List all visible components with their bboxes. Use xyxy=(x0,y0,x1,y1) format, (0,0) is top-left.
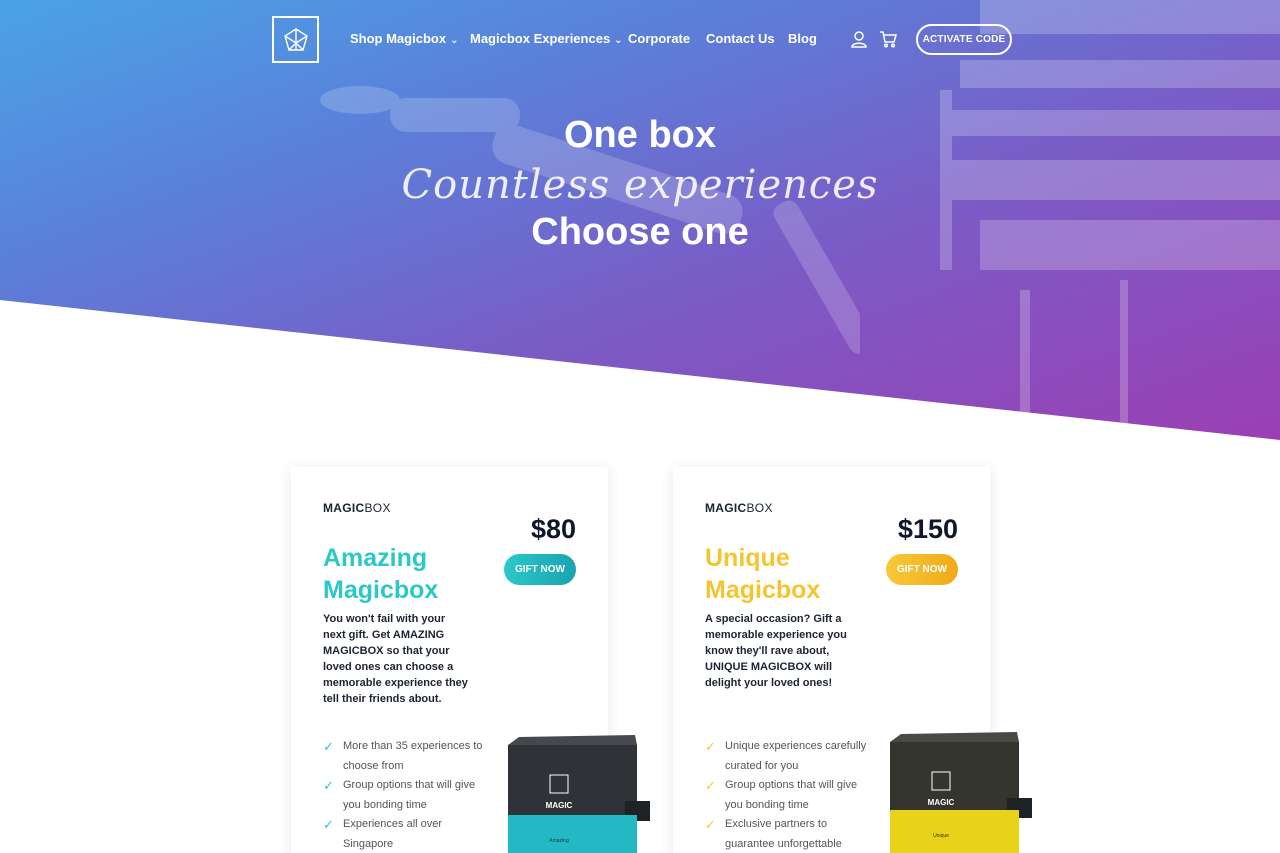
product-price: $150 xyxy=(897,514,958,544)
list-item: ✓ Experiences all over Singapore xyxy=(323,815,493,853)
brand-bold: MAGIC xyxy=(705,501,747,515)
check-icon: ✓ xyxy=(323,778,334,793)
check-icon: ✓ xyxy=(705,778,716,793)
hero-heading-one-box: One box xyxy=(563,114,717,156)
product-title: Unique Magicbox xyxy=(705,544,821,604)
check-icon: ✓ xyxy=(705,817,716,832)
product-title: Amazing Magicbox xyxy=(323,544,439,604)
check-icon: ✓ xyxy=(705,739,716,754)
hero-heading-choose-one: Choose one xyxy=(531,211,749,253)
nav-magicbox-experiences-label: Magicbox Experiences xyxy=(470,31,611,46)
user-icon[interactable] xyxy=(850,30,868,48)
hero-heading-countless-experiences: Countless experiences xyxy=(401,162,879,208)
box-label: Unique xyxy=(933,833,949,839)
feature-text: Experiences all over Singapore xyxy=(343,818,443,850)
chevron-down-icon: ⌄ xyxy=(614,35,623,46)
chevron-down-icon: ⌄ xyxy=(450,35,459,46)
feature-text: More than 35 experiences to choose from xyxy=(343,740,483,772)
gift-now-button[interactable]: GIFT NOW xyxy=(504,554,576,585)
box-label: Amazing xyxy=(549,838,569,844)
nav-magicbox-experiences[interactable]: Magicbox Experiences ⌄ xyxy=(470,31,623,46)
list-item: ✓ Group options that will give you bondin… xyxy=(705,776,875,815)
top-navigation: Shop Magicbox ⌄ Magicbox Experiences ⌄ Cor… xyxy=(0,0,1280,80)
magicbox-logo-icon[interactable] xyxy=(272,16,319,63)
list-item: ✓ Exclusive partners to guarantee unforge… xyxy=(705,815,875,853)
nav-corporate[interactable]: Corporate xyxy=(628,31,690,46)
product-description: A special occasion? Gift a memorable exp… xyxy=(705,613,847,689)
card-brand-logo: MAGICBOX xyxy=(705,501,773,515)
brand-light: BOX xyxy=(364,501,391,515)
box-brand: MAGIC xyxy=(546,801,573,810)
nav-shop-magicbox-label: Shop Magicbox xyxy=(350,31,447,46)
brand-light: BOX xyxy=(746,501,773,515)
cart-icon[interactable] xyxy=(879,30,897,48)
box-brand: MAGIC xyxy=(928,798,955,807)
card-brand-logo: MAGICBOX xyxy=(323,501,391,515)
check-icon: ✓ xyxy=(323,739,334,754)
feature-list: ✓ More than 35 experiences to choose from… xyxy=(323,737,493,853)
activate-code-button[interactable]: ACTIVATE CODE xyxy=(916,24,1012,55)
feature-text: Unique experiences carefully curated for… xyxy=(725,740,867,772)
list-item: ✓ More than 35 experiences to choose from xyxy=(323,737,493,776)
feature-text: Group options that will give you bonding… xyxy=(725,779,858,811)
product-description: You won't fail with your next gift. Get … xyxy=(323,613,468,705)
gift-now-button[interactable]: GIFT NOW xyxy=(886,554,958,585)
feature-text: Group options that will give you bonding… xyxy=(343,779,476,811)
unique-box-image: Unique MAGIC xyxy=(887,728,1033,853)
brand-bold: MAGIC xyxy=(323,501,365,515)
amazing-box-image: Amazing MAGIC xyxy=(505,733,651,853)
list-item: ✓ Unique experiences carefully curated fo… xyxy=(705,737,875,776)
list-item: ✓ Group options that will give you bondin… xyxy=(323,776,493,815)
nav-shop-magicbox[interactable]: Shop Magicbox ⌄ xyxy=(350,31,458,46)
feature-text: Exclusive partners to guarantee unforget… xyxy=(725,818,842,850)
nav-blog[interactable]: Blog xyxy=(788,31,817,46)
product-price: $80 xyxy=(530,514,576,544)
feature-list: ✓ Unique experiences carefully curated fo… xyxy=(705,737,875,853)
nav-contact-us[interactable]: Contact Us xyxy=(706,31,775,46)
check-icon: ✓ xyxy=(323,817,334,832)
